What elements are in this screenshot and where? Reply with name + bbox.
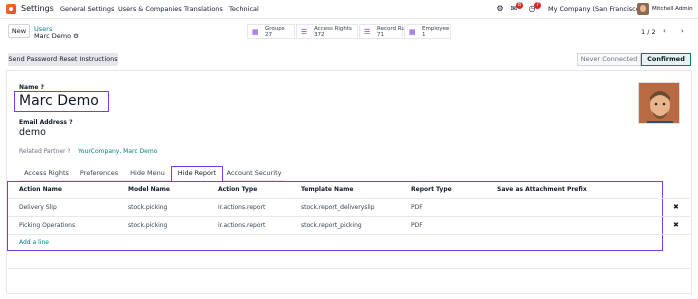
stat-label: Employee [422,26,450,32]
row-divider [8,234,690,235]
groups-icon: ▦ [252,28,259,36]
menu-translations[interactable]: Translations [184,5,223,13]
stat-value: 1 [422,32,426,38]
table-cell[interactable]: stock.picking [128,204,167,211]
tab-hide-report[interactable]: Hide Report [171,166,223,181]
user-avatar[interactable] [637,3,649,15]
menu-technical[interactable]: Technical [229,5,259,13]
stat-value: 372 [314,32,325,38]
related-partner-label: Related Partner ? [19,148,71,155]
send-password-reset-button[interactable]: Send Password Reset Instructions [8,53,118,66]
app-name[interactable]: Settings [21,4,54,13]
name-label: Name ? [19,84,44,91]
tab-preferences[interactable]: Preferences [74,166,124,181]
table-cell[interactable]: Picking Operations [19,222,75,229]
table-cell[interactable]: ir.actions.report [218,204,265,211]
app-menu-icon[interactable] [6,4,16,14]
list-icon: ☰ [301,28,308,36]
record-rules-stat-button[interactable]: ☰ Record Rules 71 [359,24,413,39]
column-template-name[interactable]: Template Name [301,186,353,193]
user-photo[interactable] [638,82,680,124]
pager-previous-icon[interactable]: ‹ [663,27,666,35]
related-partner-link[interactable]: YourCompany, Marc Demo [78,148,157,155]
delete-row-icon[interactable]: ✖ [673,203,679,211]
table-cell[interactable]: PDF [411,204,423,211]
chat-badge: 8 [516,2,523,9]
pager-value[interactable]: 1 / 2 [641,28,656,36]
table-bottom-divider [8,268,690,269]
table-cell[interactable]: stock.report_picking [301,222,362,229]
breadcrumb-current: Marc Demo ⚙ [34,32,79,40]
list-icon: ☰ [364,28,371,36]
status-confirmed[interactable]: Confirmed [641,53,691,66]
column-attachment-prefix[interactable]: Save as Attachment Prefix [497,186,587,193]
new-button[interactable]: New [8,24,30,38]
access-rights-stat-button[interactable]: ☰ Access Rights 372 [296,24,358,39]
stat-value: 71 [377,32,384,38]
table-cell[interactable]: stock.picking [128,222,167,229]
table-cell[interactable]: PDF [411,222,423,229]
column-report-type[interactable]: Report Type [411,186,452,193]
pager-next-icon[interactable]: › [681,27,684,35]
company-switcher[interactable]: My Company (San Francisco) [548,5,642,13]
table-cell[interactable]: Delivery Slip [19,204,57,211]
table-cell[interactable]: ir.actions.report [218,222,265,229]
menu-users-companies[interactable]: Users & Companies [118,5,182,13]
header-divider [8,198,690,199]
activity-badge: 7 [534,2,541,9]
add-line-link[interactable]: Add a line [19,239,49,246]
status-never-connected[interactable]: Never Connected [577,53,641,66]
column-model-name[interactable]: Model Name [128,186,170,193]
name-input[interactable]: Marc Demo [19,93,99,109]
employee-stat-button[interactable]: ▦ Employee 1 [404,24,451,39]
row-divider [8,216,690,217]
table-cell[interactable]: stock.report_deliveryslip [301,204,375,211]
employee-icon: ▦ [409,28,416,36]
email-label: Email Address ? [19,119,73,126]
menu-general-settings[interactable]: General Settings [60,5,114,13]
stat-value: 27 [265,32,272,38]
email-input[interactable]: demo [19,127,46,138]
column-action-type[interactable]: Action Type [218,186,257,193]
tab-account-security[interactable]: Account Security [223,166,285,181]
debug-bug-icon[interactable]: ⚙ [495,4,505,14]
groups-stat-button[interactable]: ▦ Groups 27 [247,24,295,39]
tab-access-rights[interactable]: Access Rights [19,166,74,181]
tab-hide-menu[interactable]: Hide Menu [124,166,171,181]
column-action-name[interactable]: Action Name [19,186,62,193]
user-menu[interactable]: Mitchell Admin [652,6,693,12]
delete-row-icon[interactable]: ✖ [673,221,679,229]
